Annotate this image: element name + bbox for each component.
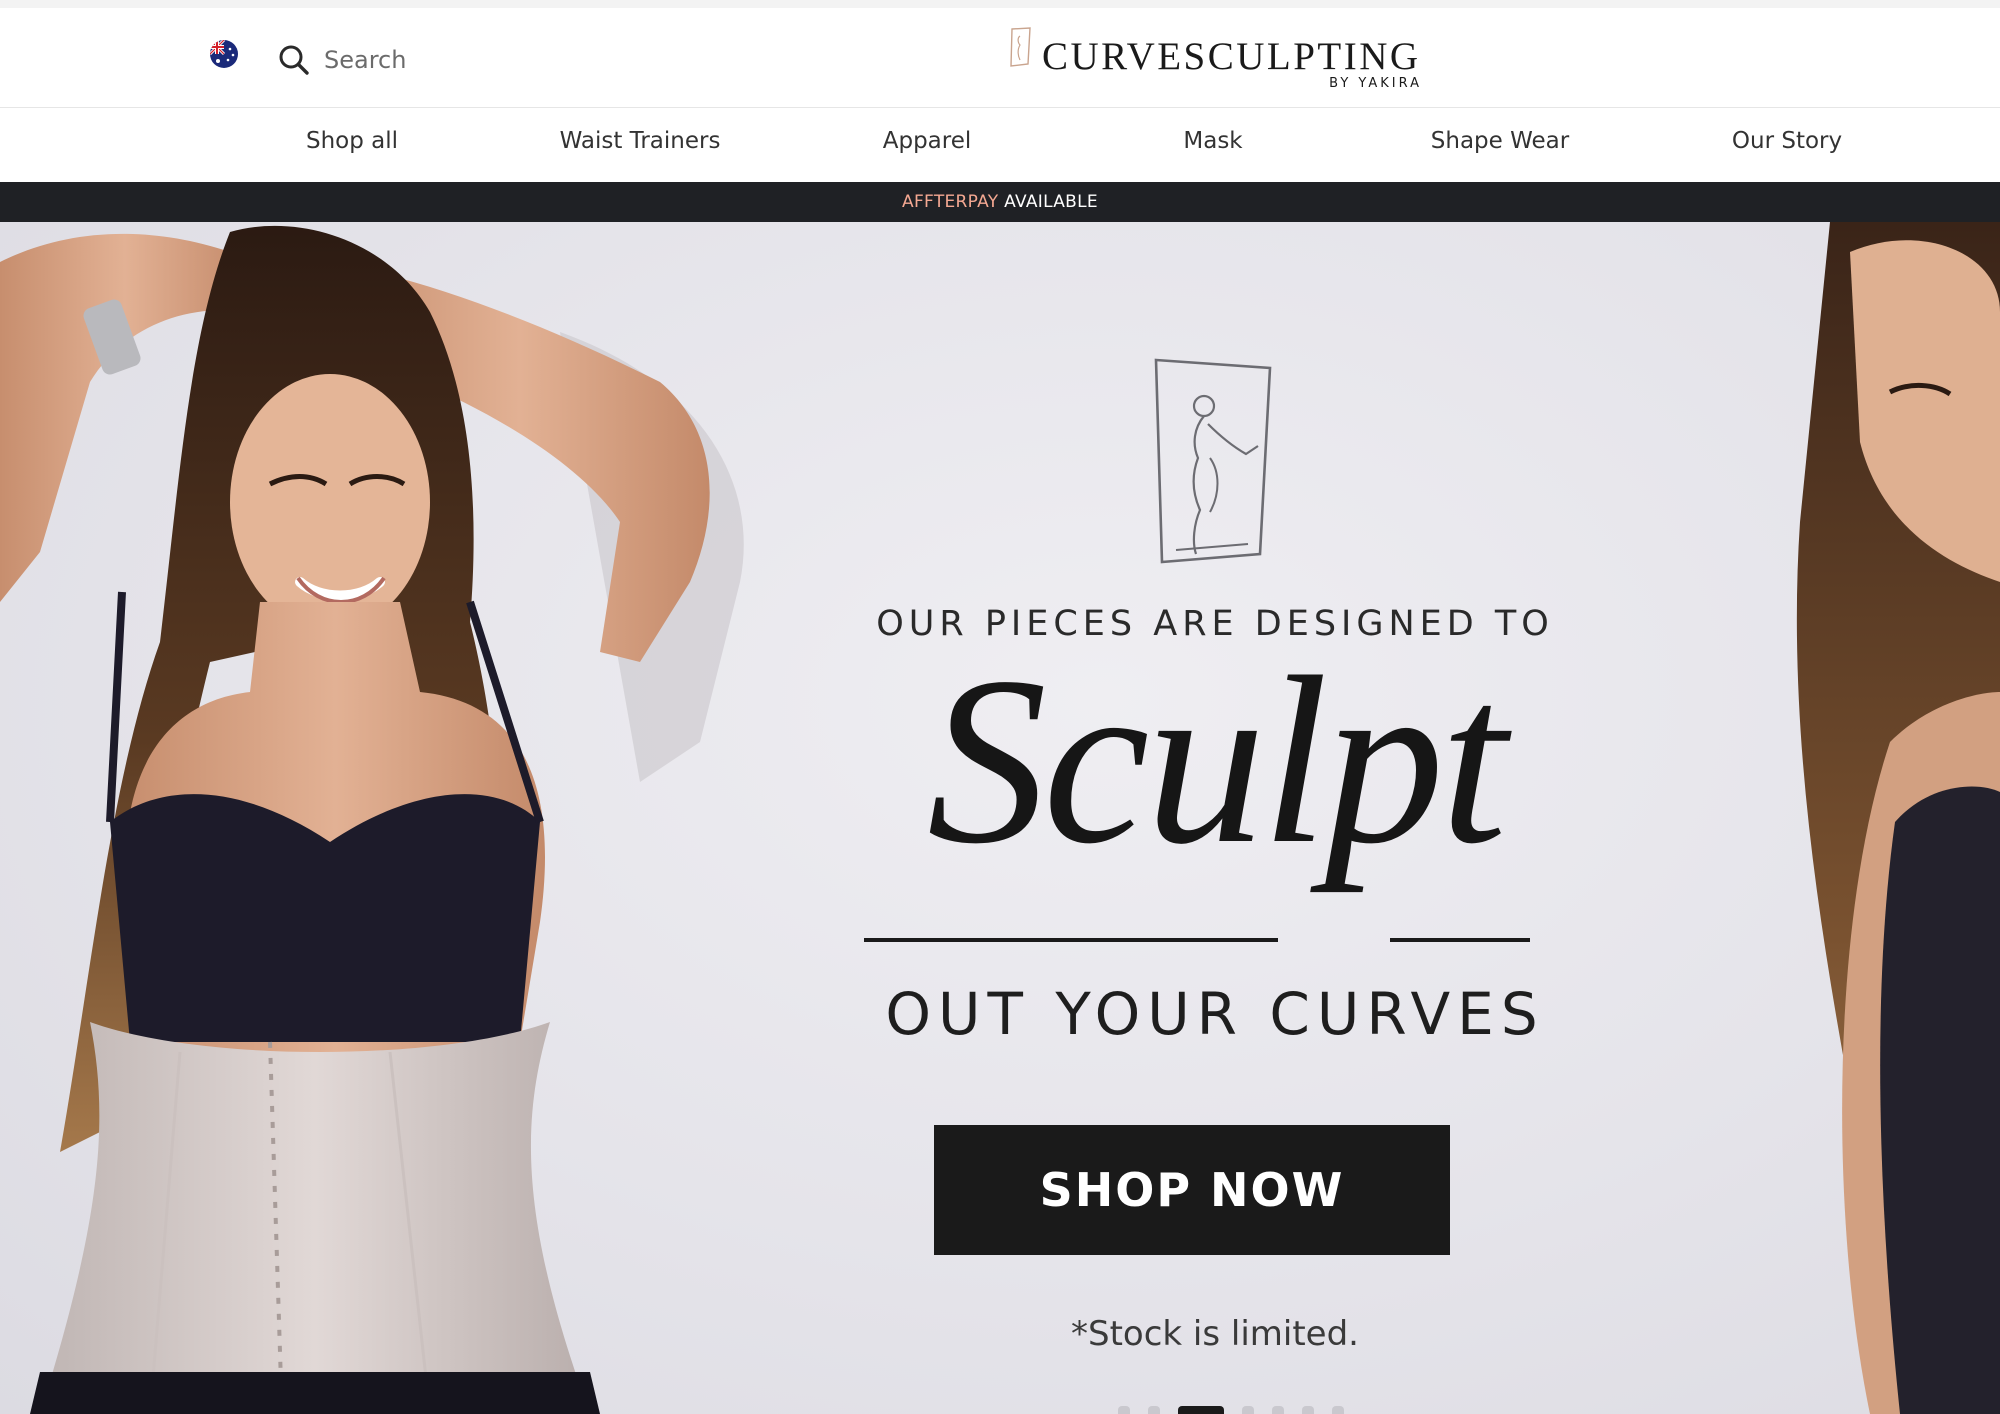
logo-wordmark: CURVESCULPTING: [1042, 35, 1421, 78]
slide-dot[interactable]: [1118, 1406, 1130, 1414]
hero-content: OUR PIECES ARE DESIGNED TO Sculpt OUT YO…: [0, 222, 2000, 1414]
australia-flag-icon[interactable]: [210, 40, 238, 68]
search-box[interactable]: [278, 36, 538, 84]
slide-dot[interactable]: [1332, 1406, 1344, 1414]
slide-dot[interactable]: [1272, 1406, 1284, 1414]
shop-now-button[interactable]: SHOP NOW: [934, 1125, 1450, 1255]
search-input[interactable]: [324, 46, 504, 74]
brand-logo[interactable]: CURVESCULPTING BY YAKIRA: [1008, 22, 1428, 100]
slide-indicators: [1118, 1406, 1344, 1414]
top-strip: [0, 0, 2000, 8]
main-nav: Shop all Waist Trainers Apparel Mask Sha…: [0, 108, 2000, 182]
hero-rule-right: [1390, 938, 1530, 942]
announcement-bar: AFFTERPAY AVAILABLE: [0, 182, 2000, 222]
hero-script-word: Sculpt: [927, 627, 1507, 893]
nav-item-shape-wear[interactable]: Shape Wear: [1380, 128, 1620, 162]
search-icon[interactable]: [278, 44, 310, 76]
nav-item-our-story[interactable]: Our Story: [1667, 128, 1907, 162]
hero-headline: OUT YOUR CURVES: [885, 980, 1545, 1048]
slide-dot[interactable]: [1242, 1406, 1254, 1414]
stock-note: *Stock is limited.: [1071, 1314, 1359, 1354]
nav-item-waist-trainers[interactable]: Waist Trainers: [520, 128, 760, 162]
nav-item-shop-all[interactable]: Shop all: [232, 128, 472, 162]
site-header: CURVESCULPTING BY YAKIRA: [0, 8, 2000, 108]
announcement-text: AVAILABLE: [1004, 192, 1098, 212]
slide-dot[interactable]: [1302, 1406, 1314, 1414]
mirror-logo-icon: [1010, 27, 1031, 67]
afterpay-label: AFFTERPAY: [902, 192, 999, 212]
slide-dot[interactable]: [1148, 1406, 1160, 1414]
mirror-silhouette-icon: [1154, 358, 1272, 564]
nav-item-mask[interactable]: Mask: [1093, 128, 1333, 162]
nav-item-apparel[interactable]: Apparel: [807, 128, 1047, 162]
hero-banner: OUR PIECES ARE DESIGNED TO Sculpt OUT YO…: [0, 222, 2000, 1414]
logo-byline: BY YAKIRA: [1329, 76, 1422, 91]
slide-dot[interactable]: [1178, 1406, 1224, 1414]
hero-rule-left: [864, 938, 1278, 942]
